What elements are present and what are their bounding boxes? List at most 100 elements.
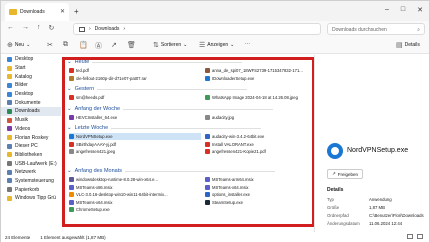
sidebar-item[interactable]: Downloads xyxy=(1,107,61,116)
file-item[interactable]: NordVPNSetup.exe xyxy=(69,133,201,140)
file-item[interactable]: Install VALORANT.exe xyxy=(205,141,309,148)
file-item[interactable]: anna_de_spi07_18WFS2739-1715347832-171..… xyxy=(205,67,309,74)
sidebar-item[interactable]: Musik xyxy=(1,116,61,125)
group-label: Anfang der Woche xyxy=(74,106,121,112)
group-label: Gestern xyxy=(74,86,95,92)
details-view-icon[interactable] xyxy=(407,234,413,239)
folder-icon xyxy=(7,187,12,193)
refresh-icon[interactable]: ↻ xyxy=(49,24,55,32)
folder-icon xyxy=(7,74,12,80)
file-item[interactable]: angefressen421.jpeg xyxy=(69,148,201,155)
file-item[interactable]: WhatsApp Image 2024-04-18 at 14.26.08.jp… xyxy=(205,94,309,101)
file-item[interactable]: IDownloaderSetup.exe xyxy=(205,75,309,82)
file-item[interactable]: ChromeSetup.exe xyxy=(69,206,201,213)
divider xyxy=(125,170,276,172)
folder-icon xyxy=(9,9,17,15)
file-name: MSTeams-x86.msix xyxy=(76,184,113,190)
up-icon[interactable]: ↑ xyxy=(37,24,41,32)
tiles-view-icon[interactable] xyxy=(417,234,423,239)
sidebar-item[interactable]: Bibliotheken xyxy=(1,151,61,160)
sidebar-item[interactable]: Dieser PC xyxy=(1,142,61,151)
new-button[interactable]: ⊕ Neu ⌄ xyxy=(7,41,30,49)
chevron-down-icon: ⌄ xyxy=(67,106,72,112)
details-pane: NordVPNSetup.exe ↗ Freigeben Details Typ A… xyxy=(314,55,429,232)
group-header[interactable]: ⌄ Anfang der Woche xyxy=(67,106,274,112)
sidebar-item[interactable]: Bilder xyxy=(1,81,61,90)
group-header[interactable]: ⌄ Gestern xyxy=(67,86,248,92)
share-button[interactable]: ↗ xyxy=(111,41,117,49)
forward-icon[interactable]: → xyxy=(22,24,29,32)
sidebar-item[interactable]: Videos xyxy=(1,125,61,134)
file-item[interactable]: audacity-win-3.4.2-64bit.exe xyxy=(205,133,309,140)
minimize-button[interactable]: – xyxy=(385,6,389,14)
sidebar-item[interactable]: Dokumente xyxy=(1,98,61,107)
file-item[interactable]: sm@heeds.pdf xyxy=(69,94,201,101)
file-item[interactable]: MSTeams-arm64.msix xyxy=(205,176,309,183)
group-header[interactable]: ⌄ Letzte Woche xyxy=(67,125,262,131)
view-button[interactable]: ☰ Anzeigen ⌄ xyxy=(199,41,234,49)
file-icon xyxy=(205,177,210,182)
sidebar-item-label: Downloads xyxy=(15,108,40,115)
sidebar-item[interactable]: Systemsteuerung xyxy=(1,177,61,186)
sidebar-item-label: Florian Roskey xyxy=(15,134,49,141)
file-item[interactable]: MSTeams-x86.msix xyxy=(69,184,201,191)
group-header[interactable]: ⌄ Anfang des Monats xyxy=(67,168,276,174)
folder-icon xyxy=(7,178,12,184)
sidebar-item[interactable]: Netzwerk xyxy=(1,168,61,177)
share-button[interactable]: ↗ Freigeben xyxy=(327,169,363,179)
group-header[interactable]: ⌄ Heute xyxy=(67,59,243,65)
file-item[interactable]: SBirthdayAAAY-yj.pdf xyxy=(69,141,201,148)
file-item[interactable]: VLC-3.0.16-desktop-win10-win11-64bit-int… xyxy=(69,191,201,198)
sidebar-item[interactable]: USB-Laufwerk (E:) xyxy=(1,159,61,168)
sidebar-item-label: Musik xyxy=(15,117,29,124)
file-item[interactable]: HEVCInstaller_64.exe xyxy=(69,114,201,121)
path-field[interactable]: › Downloads › xyxy=(73,23,321,35)
sort-icon: ⇅ xyxy=(153,42,159,49)
sort-label: Sortieren xyxy=(160,42,182,48)
sidebar-item[interactable]: Start xyxy=(1,64,61,73)
file-item[interactable]: MSTeams-x64.msix xyxy=(69,199,201,206)
file-item[interactable]: ole-fellout-2160p-dir-d71e07-pat07.rar xyxy=(69,75,201,82)
file-icon xyxy=(205,149,210,155)
sidebar-item[interactable]: Desktop xyxy=(1,90,61,99)
sidebar-item-label: Dokumente xyxy=(15,99,41,106)
folder-icon xyxy=(7,65,12,71)
plus-icon: ⊕ xyxy=(7,42,13,49)
delete-button[interactable]: 🗑 xyxy=(127,41,136,49)
file-item[interactable]: MSTeams-x64.msix xyxy=(205,184,309,191)
new-tab-button[interactable]: + xyxy=(74,7,79,16)
folder-icon xyxy=(7,143,12,149)
details-label: Details xyxy=(404,42,420,48)
more-button[interactable]: ··· xyxy=(245,41,250,47)
search-input[interactable]: Downloads durchsuchen ⌕ xyxy=(327,23,425,35)
details-button[interactable]: ▤ Details xyxy=(396,41,420,49)
sidebar-item[interactable]: Papierkorb xyxy=(1,185,61,194)
close-tab-icon[interactable]: ✕ xyxy=(60,8,65,15)
file-item[interactable]: options_installer.exe xyxy=(205,191,309,198)
sidebar-item[interactable]: Desktop xyxy=(1,55,61,64)
chevron-down-icon: ⌄ xyxy=(67,59,72,65)
tab-downloads[interactable]: Downloads ✕ xyxy=(5,3,69,21)
file-item[interactable]: ted.pdf xyxy=(69,67,201,74)
file-item[interactable]: SteamSetup.exe xyxy=(205,199,309,206)
file-item[interactable]: audacity.jpg xyxy=(205,114,309,121)
sidebar-item[interactable]: Katalog xyxy=(1,72,61,81)
sort-button[interactable]: ⇅ Sortieren ⌄ xyxy=(153,41,187,49)
file-item[interactable]: angefressen421-Kopie21.pdf xyxy=(205,148,309,155)
sidebar-item[interactable]: Florian Roskey xyxy=(1,133,61,142)
details-value: 11.06.2024 12:44 xyxy=(369,221,403,226)
rename-button[interactable]: Ⓐ xyxy=(95,41,102,51)
file-item[interactable]: windowsdesktop-runtime-8.0.28-win-x64.e.… xyxy=(69,176,201,183)
back-icon[interactable]: ← xyxy=(7,24,14,32)
sidebar-item[interactable]: Windows Tipp Grü xyxy=(1,194,61,203)
title-bar: Downloads ✕ + – □ ✕ xyxy=(1,1,429,21)
paste-button[interactable]: 📋 xyxy=(79,41,88,49)
details-filename: NordVPNSetup.exe xyxy=(347,147,409,154)
copy-button[interactable]: ⧉ xyxy=(63,41,68,49)
close-window-button[interactable]: ✕ xyxy=(417,6,423,14)
cut-button[interactable]: ✂ xyxy=(47,41,53,49)
maximize-button[interactable]: □ xyxy=(401,6,405,14)
breadcrumb-downloads[interactable]: Downloads xyxy=(95,26,120,32)
file-name: NordVPNSetup.exe xyxy=(76,134,113,139)
file-icon xyxy=(69,68,74,73)
